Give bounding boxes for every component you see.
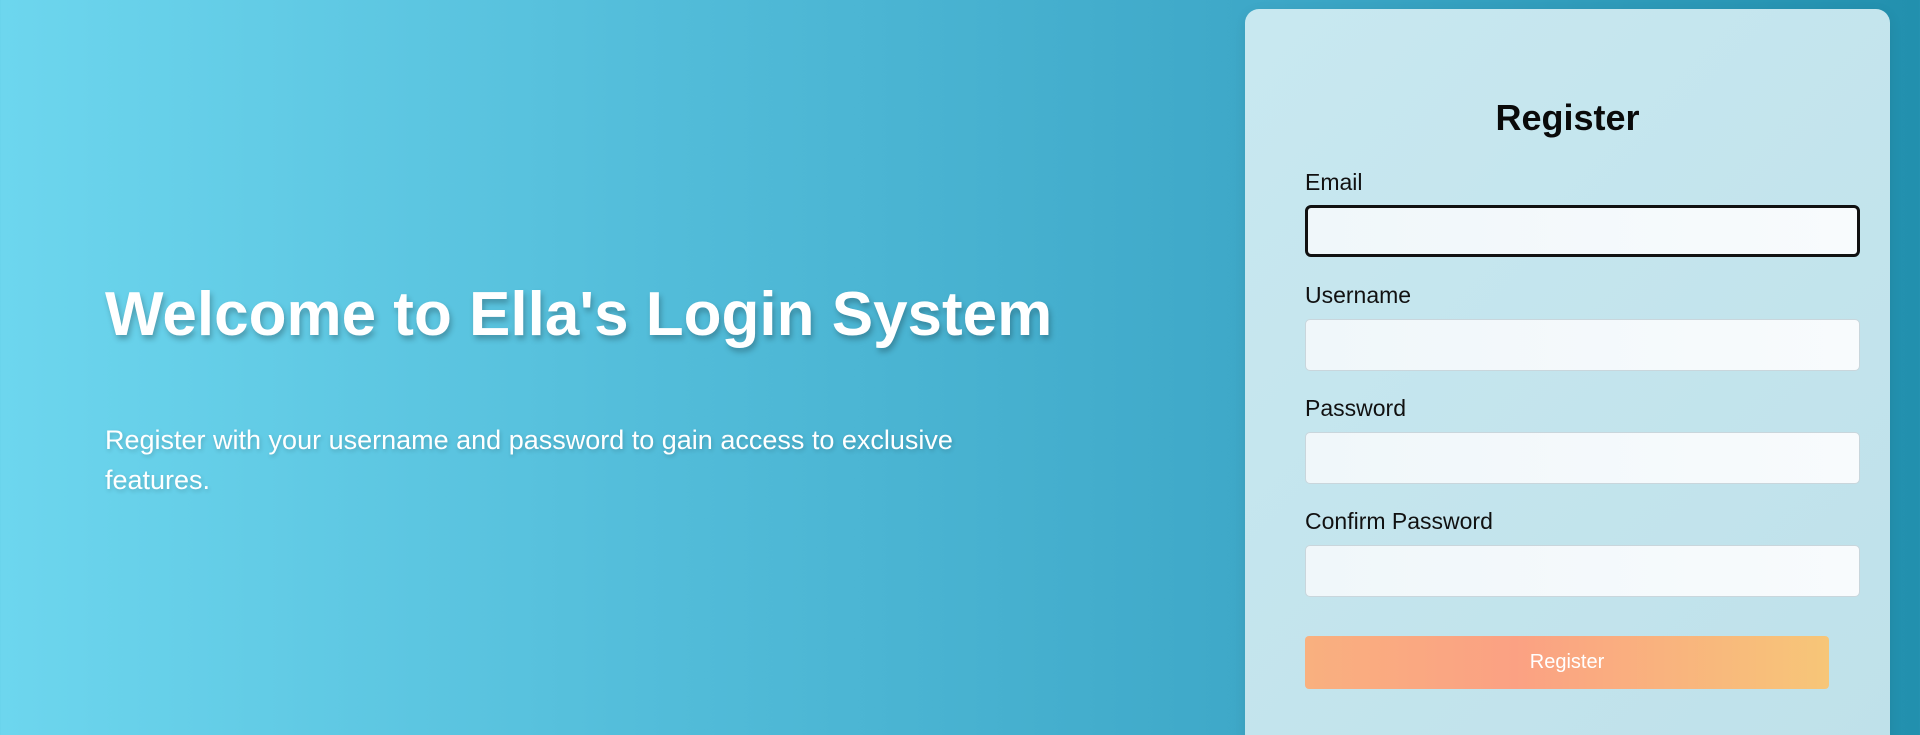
- email-label: Email: [1305, 169, 1363, 195]
- register-card: Register Email Username Password Confirm…: [1245, 9, 1890, 735]
- email-field[interactable]: [1305, 205, 1860, 257]
- confirm-password-label: Confirm Password: [1305, 508, 1493, 534]
- hero-title: Welcome to Ella's Login System: [105, 280, 1053, 349]
- hero-subtitle: Register with your username and password…: [105, 425, 953, 495]
- username-field[interactable]: [1305, 319, 1860, 371]
- confirm-password-field[interactable]: [1305, 545, 1860, 597]
- password-label: Password: [1305, 395, 1406, 421]
- username-label: Username: [1305, 282, 1412, 308]
- register-button[interactable]: Register: [1305, 636, 1829, 689]
- password-field[interactable]: [1305, 432, 1860, 484]
- hero-section: Welcome to Ella's Login System Register …: [105, 270, 1065, 500]
- register-title: Register: [1495, 97, 1640, 138]
